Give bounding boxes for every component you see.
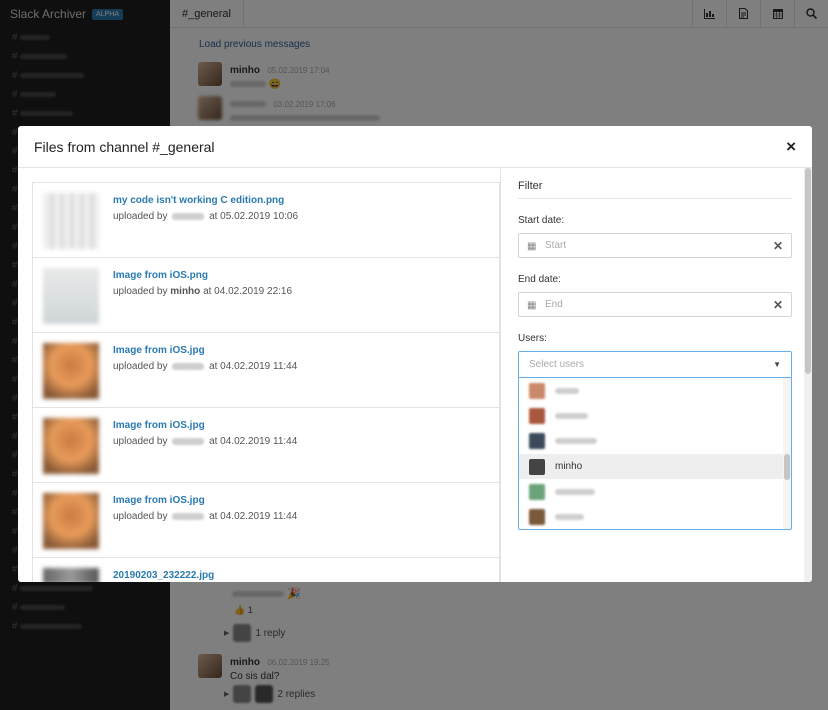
user-option-name: minho [555,461,583,473]
file-meta: uploaded by at 05.02.2019 10:06 [113,211,298,222]
uploaded-by-label: uploaded by [113,211,168,222]
upload-date: at 04.02.2019 11:44 [209,436,298,447]
file-name-link[interactable]: Image from iOS.jpg [113,420,205,431]
modal-header: Files from channel #_general × [18,126,812,168]
user-option[interactable]: minho [519,453,791,480]
file-item: Image from iOS.png uploaded by minho at 0… [33,258,499,333]
avatar [529,433,545,450]
blurred-uploader [172,212,205,220]
blurred-user-name [555,438,597,445]
blurred-user-name [555,514,584,521]
end-date-label: End date: [518,274,561,285]
users-select[interactable]: Select users ▼ [518,351,792,378]
file-item: Image from iOS.jpg uploaded by at 04.02.2… [33,408,499,483]
file-list: my code isn't working C edition.png uploa… [32,182,500,582]
upload-date: at 04.02.2019 11:44 [209,511,298,522]
filter-title: Filter [518,180,792,199]
blurred-user-name [555,412,588,419]
avatar [529,458,545,475]
file-thumbnail[interactable] [43,493,99,549]
clear-end-button[interactable]: ✕ [773,298,783,312]
users-label: Users: [518,333,547,344]
file-name-link[interactable]: Image from iOS.jpg [113,345,205,356]
file-meta: uploaded by minho at 04.02.2019 22:16 [113,286,292,297]
file-thumbnail[interactable] [43,418,99,474]
file-meta: uploaded by at 04.02.2019 11:44 [113,361,297,372]
clear-start-button[interactable]: ✕ [773,239,783,253]
file-thumbnail[interactable] [43,193,99,249]
file-thumbnail[interactable] [43,568,99,582]
file-name-link[interactable]: Image from iOS.png [113,270,208,281]
users-dropdown: minho [518,378,792,530]
scrollbar-thumb[interactable] [805,168,811,374]
avatar [529,382,545,399]
upload-date: at 05.02.2019 10:06 [209,211,299,222]
start-date-placeholder: Start [545,240,567,251]
blurred-uploader [172,512,205,520]
uploader-name: minho [170,286,201,297]
divider [500,168,501,582]
caret-down-icon: ▼ [773,360,781,369]
start-date-label: Start date: [518,215,565,226]
file-item: my code isn't working C edition.png uploa… [33,183,499,258]
user-option[interactable] [519,403,791,428]
upload-date: at 04.02.2019 11:44 [209,361,298,372]
user-option[interactable] [519,429,791,454]
close-button[interactable]: × [786,137,796,157]
filter-panel: Filter Start date: ▦ Start ✕ End date: ▦… [518,180,792,530]
file-item: Image from iOS.jpg uploaded by at 04.02.2… [33,333,499,408]
users-placeholder: Select users [529,359,585,370]
start-date-input[interactable]: ▦ Start ✕ [518,233,792,258]
user-option[interactable] [519,479,791,504]
end-date-input[interactable]: ▦ End ✕ [518,292,792,317]
uploaded-by-label: uploaded by [113,436,168,447]
blurred-user-name [555,387,579,394]
user-option[interactable] [519,378,791,403]
file-thumbnail[interactable] [43,268,99,324]
user-option[interactable] [519,504,791,529]
file-name-link[interactable]: 20190203_232222.jpg [113,570,214,581]
upload-date: at 04.02.2019 22:16 [203,286,293,297]
blurred-user-name [555,488,595,495]
avatar [529,483,545,500]
blurred-uploader [172,437,205,445]
uploaded-by-label: uploaded by [113,361,168,372]
file-name-link[interactable]: Image from iOS.jpg [113,495,205,506]
files-modal: Files from channel #_general × my code i… [18,126,812,582]
modal-scrollbar[interactable] [804,168,812,582]
calendar-icon: ▦ [527,299,537,311]
uploaded-by-label: uploaded by [113,286,168,297]
file-meta: uploaded by at 04.02.2019 11:44 [113,511,297,522]
file-name-link[interactable]: my code isn't working C edition.png [113,195,284,206]
uploaded-by-label: uploaded by [113,511,168,522]
avatar [529,407,545,424]
file-meta: uploaded by at 04.02.2019 11:44 [113,436,297,447]
dropdown-scrollbar[interactable] [783,378,791,529]
modal-title: Files from channel #_general [34,138,215,155]
avatar [529,509,545,526]
blurred-uploader [172,362,205,370]
file-thumbnail[interactable] [43,343,99,399]
file-item: 20190203_232222.jpg [33,558,499,582]
file-item: Image from iOS.jpg uploaded by at 04.02.2… [33,483,499,558]
calendar-icon: ▦ [527,240,537,252]
end-date-placeholder: End [545,299,563,310]
scrollbar-thumb[interactable] [784,454,790,480]
